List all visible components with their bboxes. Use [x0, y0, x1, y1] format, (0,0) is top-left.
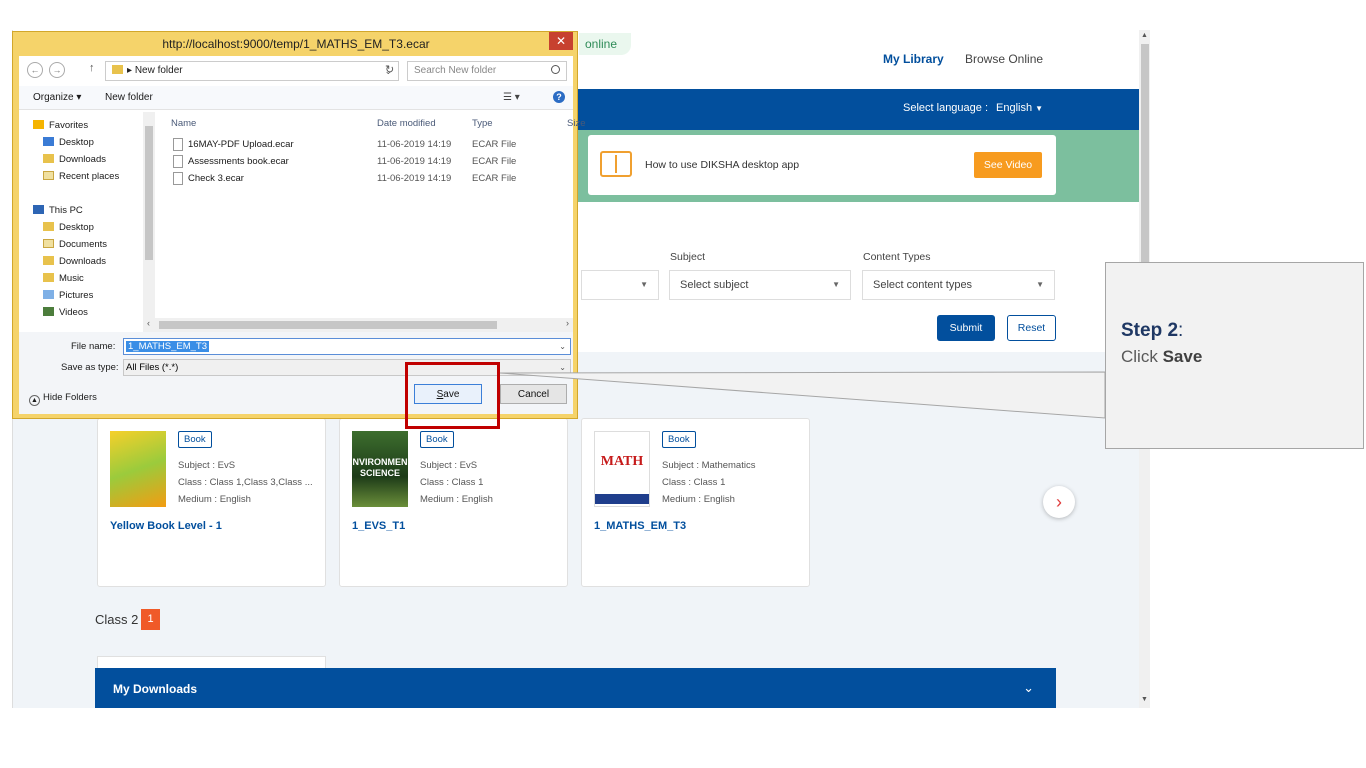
step-prefix: Click: [1121, 347, 1158, 366]
step-title: Step 2:: [1121, 320, 1183, 342]
step-colon: :: [1178, 320, 1184, 341]
step-callout: Step 2: Click Save: [1105, 262, 1364, 449]
tutorial-screenshot: online My Library Browse Online Select l…: [0, 0, 1366, 768]
callout-pointer-shape: [499, 371, 1106, 419]
step-number: Step 2: [1121, 320, 1179, 341]
step-instruction: Click Save: [1121, 347, 1202, 367]
step-action: Save: [1162, 347, 1203, 366]
